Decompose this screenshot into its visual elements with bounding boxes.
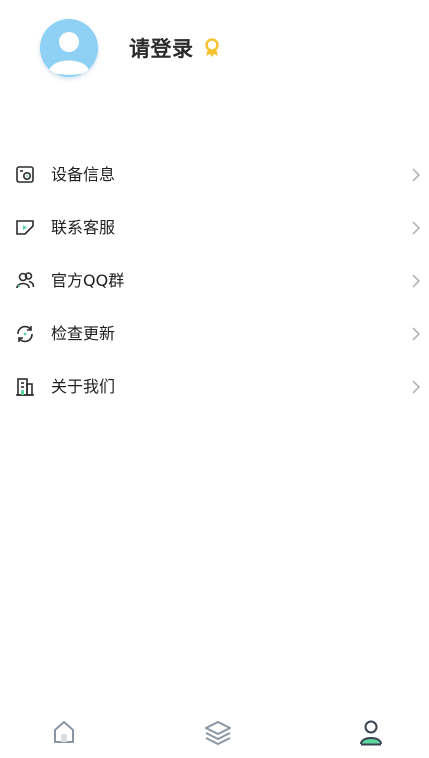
chevron-right-icon	[410, 378, 422, 396]
menu-item-label: 联系客服	[51, 218, 116, 237]
tab-layers[interactable]	[198, 718, 238, 754]
menu-item-label: 设备信息	[51, 165, 116, 184]
menu-item-label: 官方QQ群	[51, 271, 125, 290]
chevron-right-icon	[410, 219, 422, 237]
home-icon	[54, 721, 74, 743]
tab-profile[interactable]	[351, 718, 391, 754]
bottom-tab-bar	[0, 710, 429, 758]
avatar[interactable]	[40, 19, 98, 77]
building-icon	[14, 376, 36, 398]
refresh-icon	[14, 323, 36, 345]
profile-icon	[360, 720, 382, 746]
group-icon	[14, 270, 36, 292]
menu-item-label: 检查更新	[51, 324, 116, 343]
tab-home[interactable]	[44, 718, 84, 754]
layers-icon	[205, 721, 231, 745]
menu-item-qq-group[interactable]: 官方QQ群	[0, 254, 429, 307]
chevron-right-icon	[410, 272, 422, 290]
customer-service-icon	[14, 217, 36, 239]
chevron-right-icon	[410, 166, 422, 184]
menu-item-customer-service[interactable]: 联系客服	[0, 201, 429, 254]
chevron-right-icon	[410, 325, 422, 343]
menu-item-check-update[interactable]: 检查更新	[0, 307, 429, 360]
menu-item-device-info[interactable]: 设备信息	[0, 148, 429, 201]
settings-menu: 设备信息 联系客服 官方QQ群 检查更新 关于我们	[0, 148, 429, 413]
menu-item-about-us[interactable]: 关于我们	[0, 360, 429, 413]
award-badge-icon	[203, 38, 221, 58]
menu-item-label: 关于我们	[51, 377, 116, 396]
user-avatar-icon	[40, 19, 98, 77]
device-info-icon	[14, 164, 36, 186]
profile-header[interactable]: 请登录	[0, 0, 429, 100]
login-prompt[interactable]: 请登录	[129, 33, 194, 63]
